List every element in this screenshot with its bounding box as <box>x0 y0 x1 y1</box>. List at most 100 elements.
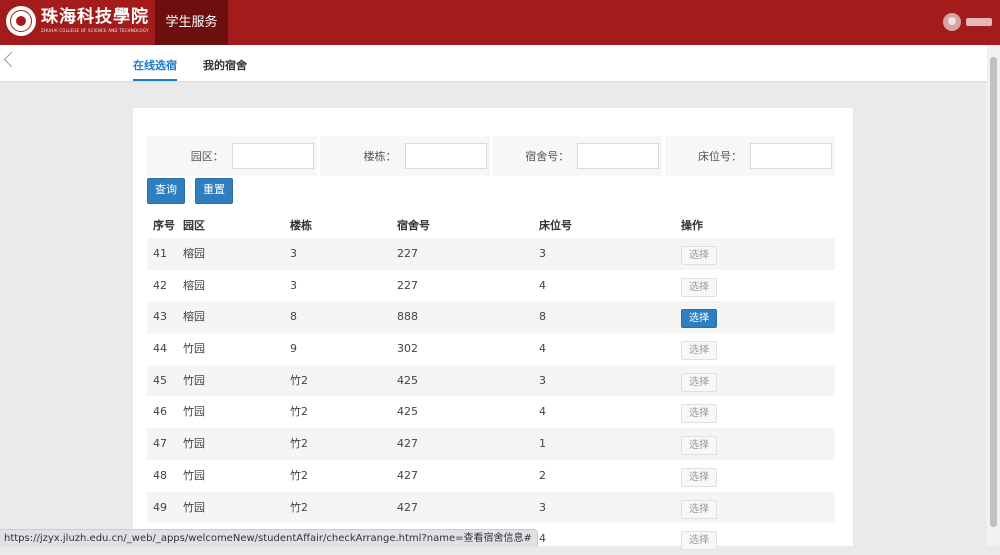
cell-room: 425 <box>397 405 418 419</box>
cell-bed: 4 <box>539 405 546 419</box>
dorm-selection-panel: 园区： 楼栋： 宿舍号： 床位号： 查询 重置 序号 园区 楼栋 宿舍号 床位号… <box>133 108 853 551</box>
table-row: 49 竹园 竹2 427 3 选择 <box>147 491 835 524</box>
cell-park: 竹园 <box>183 437 205 451</box>
bed-input[interactable] <box>750 143 832 169</box>
college-name-en: ZHUHAI COLLEGE OF SCIENCE AND TECHNOLOGY <box>41 28 149 33</box>
filter-park: 园区： <box>147 136 317 176</box>
cell-building: 竹2 <box>290 437 308 451</box>
select-button[interactable]: 选择 <box>681 372 717 392</box>
cell-building: 8 <box>290 310 297 324</box>
select-button[interactable]: 选择 <box>681 277 717 297</box>
cell-room: 888 <box>397 310 418 324</box>
reset-button[interactable]: 重置 <box>195 178 233 204</box>
cell-no: 44 <box>153 342 167 356</box>
select-button[interactable]: 选择 <box>681 246 717 265</box>
filter-room: 宿舍号： <box>492 136 663 176</box>
sub-navigation: 在线选宿 我的宿舍 <box>0 45 987 82</box>
cell-bed: 2 <box>539 468 546 482</box>
select-button[interactable]: 选择 <box>681 499 717 519</box>
cell-room: 227 <box>397 247 418 260</box>
table-row: 46 竹园 竹2 425 4 选择 <box>147 396 835 428</box>
cell-building: 竹2 <box>290 405 308 419</box>
column-header-room: 宿舍号 <box>397 219 430 232</box>
cell-no: 47 <box>153 437 167 451</box>
cell-park: 榕园 <box>183 247 205 260</box>
tab-online-dorm-selection[interactable]: 在线选宿 <box>133 57 177 81</box>
cell-room: 427 <box>397 468 418 482</box>
cell-no: 43 <box>153 310 167 324</box>
cell-park: 榕园 <box>183 310 205 324</box>
cell-park: 竹园 <box>183 405 205 419</box>
top-header: 珠海科技學院 ZHUHAI COLLEGE OF SCIENCE AND TEC… <box>0 0 1000 45</box>
cell-room: 427 <box>397 437 418 451</box>
cell-bed: 3 <box>539 500 546 514</box>
back-chevron-icon[interactable] <box>3 51 20 68</box>
cell-park: 竹园 <box>183 342 205 356</box>
select-button[interactable]: 选择 <box>681 531 717 551</box>
column-header-action: 操作 <box>681 219 703 232</box>
nav-tab-student-services[interactable]: 学生服务 <box>155 0 228 45</box>
college-seal-icon <box>6 6 36 36</box>
cell-bed: 8 <box>539 310 546 324</box>
cell-bed: 1 <box>539 437 546 451</box>
cell-room: 302 <box>397 342 418 356</box>
cell-bed: 3 <box>539 373 546 387</box>
cell-no: 42 <box>153 278 167 292</box>
scrollbar-thumb[interactable] <box>990 57 997 527</box>
select-button[interactable]: 选择 <box>681 309 717 329</box>
column-header-park: 园区 <box>183 219 205 232</box>
filter-bed: 床位号： <box>665 136 835 176</box>
cell-no: 46 <box>153 405 167 419</box>
cell-no: 45 <box>153 373 167 387</box>
cell-park: 竹园 <box>183 373 205 387</box>
college-logo[interactable]: 珠海科技學院 ZHUHAI COLLEGE OF SCIENCE AND TEC… <box>6 6 149 36</box>
query-button[interactable]: 查询 <box>147 178 185 204</box>
cell-room: 427 <box>397 500 418 514</box>
column-header-no: 序号 <box>153 219 175 232</box>
filter-building-label: 楼栋： <box>363 150 397 163</box>
page-scrollbar[interactable] <box>987 45 1000 546</box>
cell-room: 425 <box>397 373 418 387</box>
table-row: 41 榕园 3 227 3 选择 <box>147 238 835 270</box>
cell-bed: 4 <box>539 342 546 356</box>
link-url-status: https://jzyx.jluzh.edu.cn/_web/_apps/wel… <box>0 529 538 547</box>
cell-bed: 4 <box>539 532 546 546</box>
cell-bed: 4 <box>539 278 546 292</box>
avatar[interactable] <box>943 13 961 31</box>
table-row: 42 榕园 3 227 4 选择 <box>147 270 835 302</box>
building-input[interactable] <box>404 143 487 169</box>
select-button[interactable]: 选择 <box>681 341 717 361</box>
cell-bed: 3 <box>539 247 546 260</box>
column-header-building: 楼栋 <box>290 219 312 232</box>
cell-no: 49 <box>153 500 167 514</box>
table-row: 48 竹园 竹2 427 2 选择 <box>147 460 835 492</box>
table-row: 47 竹园 竹2 427 1 选择 <box>147 428 835 460</box>
filter-row: 园区： 楼栋： 宿舍号： 床位号： <box>147 136 835 176</box>
select-button[interactable]: 选择 <box>681 467 717 487</box>
filter-bed-label: 床位号： <box>698 150 742 163</box>
cell-building: 竹2 <box>290 373 308 387</box>
select-button[interactable]: 选择 <box>681 436 717 456</box>
filter-building: 楼栋： <box>319 136 490 176</box>
cell-building: 3 <box>290 278 297 292</box>
table-row: 45 竹园 竹2 425 3 选择 <box>147 364 835 397</box>
cell-building: 9 <box>290 342 297 356</box>
cell-no: 48 <box>153 468 167 482</box>
tab-my-dorm[interactable]: 我的宿舍 <box>203 57 247 73</box>
cell-park: 竹园 <box>183 500 205 514</box>
cell-park: 竹园 <box>183 468 205 482</box>
username-blurred <box>966 18 992 26</box>
filter-room-label: 宿舍号： <box>525 150 570 163</box>
room-input[interactable] <box>577 143 660 169</box>
table-header-row: 序号 园区 楼栋 宿舍号 床位号 操作 <box>147 214 835 238</box>
filter-park-label: 园区： <box>190 150 224 163</box>
cell-building: 3 <box>290 247 297 260</box>
park-input[interactable] <box>231 143 314 169</box>
cell-park: 榕园 <box>183 278 205 292</box>
user-menu[interactable] <box>943 13 992 31</box>
table-body: 41 榕园 3 227 3 选择 42 榕园 3 227 4 选择 43 榕园 8 888 8 选择 44 竹园 9 30… <box>147 238 835 555</box>
select-button[interactable]: 选择 <box>681 404 717 424</box>
cell-building: 竹2 <box>290 500 308 514</box>
dorm-table: 序号 园区 楼栋 宿舍号 床位号 操作 41 榕园 3 227 3 选择 42 榕园 3 227 4… <box>147 214 835 555</box>
cell-no: 41 <box>153 247 167 260</box>
